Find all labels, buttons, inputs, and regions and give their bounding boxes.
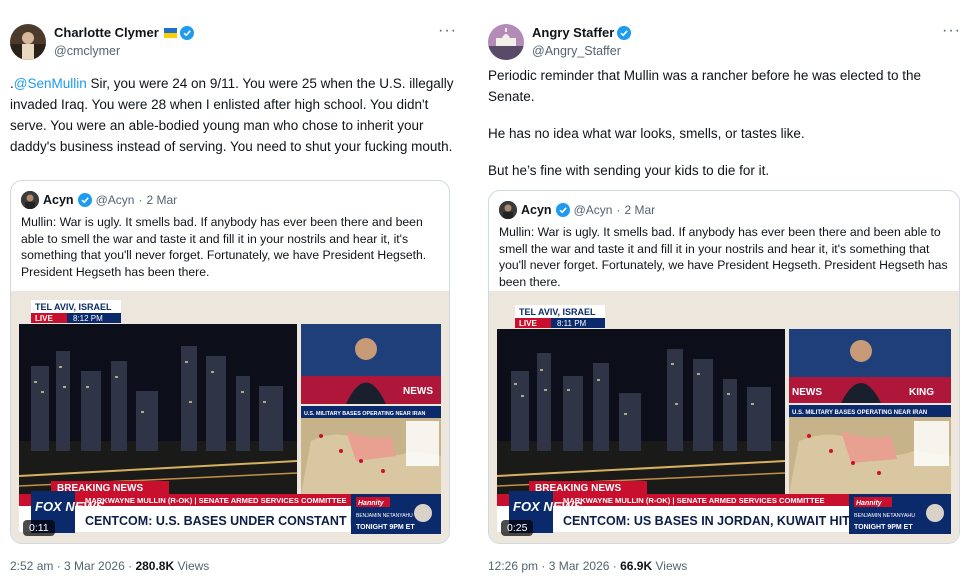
mention-link[interactable]: @SenMullin — [14, 76, 87, 91]
tweet-header: Angry Staffer @Angry_Staffer ··· — [488, 20, 978, 64]
tweet-text: Periodic reminder that Mullin was a ranc… — [488, 65, 964, 181]
quote-header: Acyn @Acyn · 2 Mar — [21, 191, 177, 209]
promo-show: Hannity — [358, 500, 385, 507]
quote-author-handle[interactable]: @Acyn — [574, 203, 613, 217]
video-time: 8:11 PM — [557, 319, 587, 328]
video-location: TEL AVIV, ISRAEL — [35, 302, 112, 312]
tweet-text: .@SenMullin Sir, you were 24 on 9/11. Yo… — [10, 73, 458, 157]
lower-third-text: MARKWAYNE MULLIN (R-OK) | SENATE ARMED S… — [85, 496, 347, 505]
tweet-paragraph: He has no idea what war looks, smells, o… — [488, 126, 805, 141]
tweet-time[interactable]: 12:26 pm — [488, 559, 538, 573]
channel-logo: FOX NEWS — [35, 499, 105, 514]
tweet-time[interactable]: 2:52 am — [10, 559, 53, 573]
promo-show: Hannity — [856, 500, 883, 507]
quote-text: Mullin: War is ugly. It smells bad. If a… — [499, 225, 948, 289]
views-count[interactable]: 280.8K — [135, 559, 174, 573]
quote-avatar[interactable] — [499, 201, 517, 219]
video-map-title: U.S. MILITARY BASES OPERATING NEAR IRAN — [304, 411, 426, 417]
headline-text: CENTCOM: U.S. BASES UNDER CONSTANT FIRE — [85, 514, 379, 528]
video-map-title: U.S. MILITARY BASES OPERATING NEAR IRAN — [792, 410, 927, 416]
avatar[interactable] — [488, 24, 524, 60]
tweet-meta: 12:26 pm · 3 Mar 2026 · 66.9K Views — [488, 559, 687, 573]
separator-dot: · — [138, 193, 143, 207]
separator-dot: · — [128, 559, 133, 573]
separator-dot: · — [56, 559, 61, 573]
tweet-header: Charlotte Clymer @cmclymer ··· — [10, 20, 474, 64]
quote-tweet[interactable]: Acyn @Acyn · 2 Mar Mullin: War is ugly. … — [488, 190, 960, 544]
avatar[interactable] — [10, 24, 46, 60]
video-duration: 0:25 — [501, 520, 534, 536]
video-live-label: LIVE — [519, 319, 537, 328]
separator-dot: · — [612, 559, 617, 573]
promo-guest: BENJAMIN NETANYAHU — [356, 513, 413, 519]
verified-badge-icon — [179, 25, 194, 40]
video-live-label: LIVE — [35, 314, 53, 323]
video-player[interactable]: TEL AVIV, ISRAEL LIVE 8:12 PM NEWS U.S. … — [11, 291, 449, 543]
promo-guest: BENJAMIN NETANYAHU — [854, 513, 915, 519]
views-label: Views — [655, 559, 688, 573]
verified-badge-icon — [77, 193, 92, 207]
tweet-paragraph: But he’s fine with sending your kids to … — [488, 163, 770, 178]
separator-dot: · — [616, 203, 621, 217]
verified-badge-icon — [555, 203, 570, 217]
quote-date[interactable]: 2 Mar — [624, 203, 655, 217]
author-handle[interactable]: @cmclymer — [54, 44, 120, 58]
quote-text: Mullin: War is ugly. It smells bad. If a… — [21, 215, 427, 279]
views-label: Views — [177, 559, 210, 573]
video-location: TEL AVIV, ISRAEL — [519, 307, 596, 317]
channel-logo: FOX NEWS — [513, 499, 583, 514]
quote-author-handle[interactable]: @Acyn — [96, 193, 135, 207]
tweet-meta: 2:52 am · 3 Mar 2026 · 280.8K Views — [10, 559, 209, 573]
ukraine-flag-icon — [163, 27, 177, 38]
video-player[interactable]: TEL AVIV, ISRAEL LIVE 8:11 PM NEWS KING … — [489, 291, 959, 543]
quote-avatar[interactable] — [21, 191, 39, 209]
tweet-paragraph: Periodic reminder that Mullin was a ranc… — [488, 68, 921, 104]
video-side-label: KING — [909, 387, 934, 398]
more-options-icon[interactable]: ··· — [942, 22, 961, 40]
quote-date[interactable]: 2 Mar — [146, 193, 177, 207]
video-side-label: NEWS — [403, 386, 433, 397]
quote-header: Acyn @Acyn · 2 Mar — [499, 201, 655, 219]
separator-dot: · — [541, 559, 546, 573]
promo-time: TONIGHT 9PM ET — [356, 524, 415, 531]
video-duration: 0:11 — [23, 520, 55, 536]
tweet-date[interactable]: 3 Mar 2026 — [64, 559, 125, 573]
video-time: 8:12 PM — [73, 314, 103, 323]
verified-badge-icon — [617, 25, 632, 40]
quote-author-name[interactable]: Acyn — [43, 193, 74, 207]
views-count[interactable]: 66.9K — [620, 559, 652, 573]
quote-tweet[interactable]: Acyn @Acyn · 2 Mar Mullin: War is ugly. … — [10, 180, 450, 544]
author-handle[interactable]: @Angry_Staffer — [532, 44, 621, 58]
headline-text: CENTCOM: US BASES IN JORDAN, KUWAIT HIT — [563, 514, 850, 528]
video-frame: TEL AVIV, ISRAEL LIVE 8:12 PM NEWS U.S. … — [11, 291, 449, 543]
lower-third-text: MARKWAYNE MULLIN (R-OK) | SENATE ARMED S… — [563, 496, 825, 505]
tweet-date[interactable]: 3 Mar 2026 — [549, 559, 610, 573]
quote-author-name[interactable]: Acyn — [521, 203, 552, 217]
author-name[interactable]: Angry Staffer — [532, 25, 614, 40]
video-side-prefix: NEWS — [792, 387, 822, 398]
author-name[interactable]: Charlotte Clymer — [54, 25, 159, 40]
more-options-icon[interactable]: ··· — [438, 22, 457, 40]
video-frame: TEL AVIV, ISRAEL LIVE 8:11 PM NEWS KING … — [489, 291, 959, 543]
promo-time: TONIGHT 9PM ET — [854, 524, 913, 531]
